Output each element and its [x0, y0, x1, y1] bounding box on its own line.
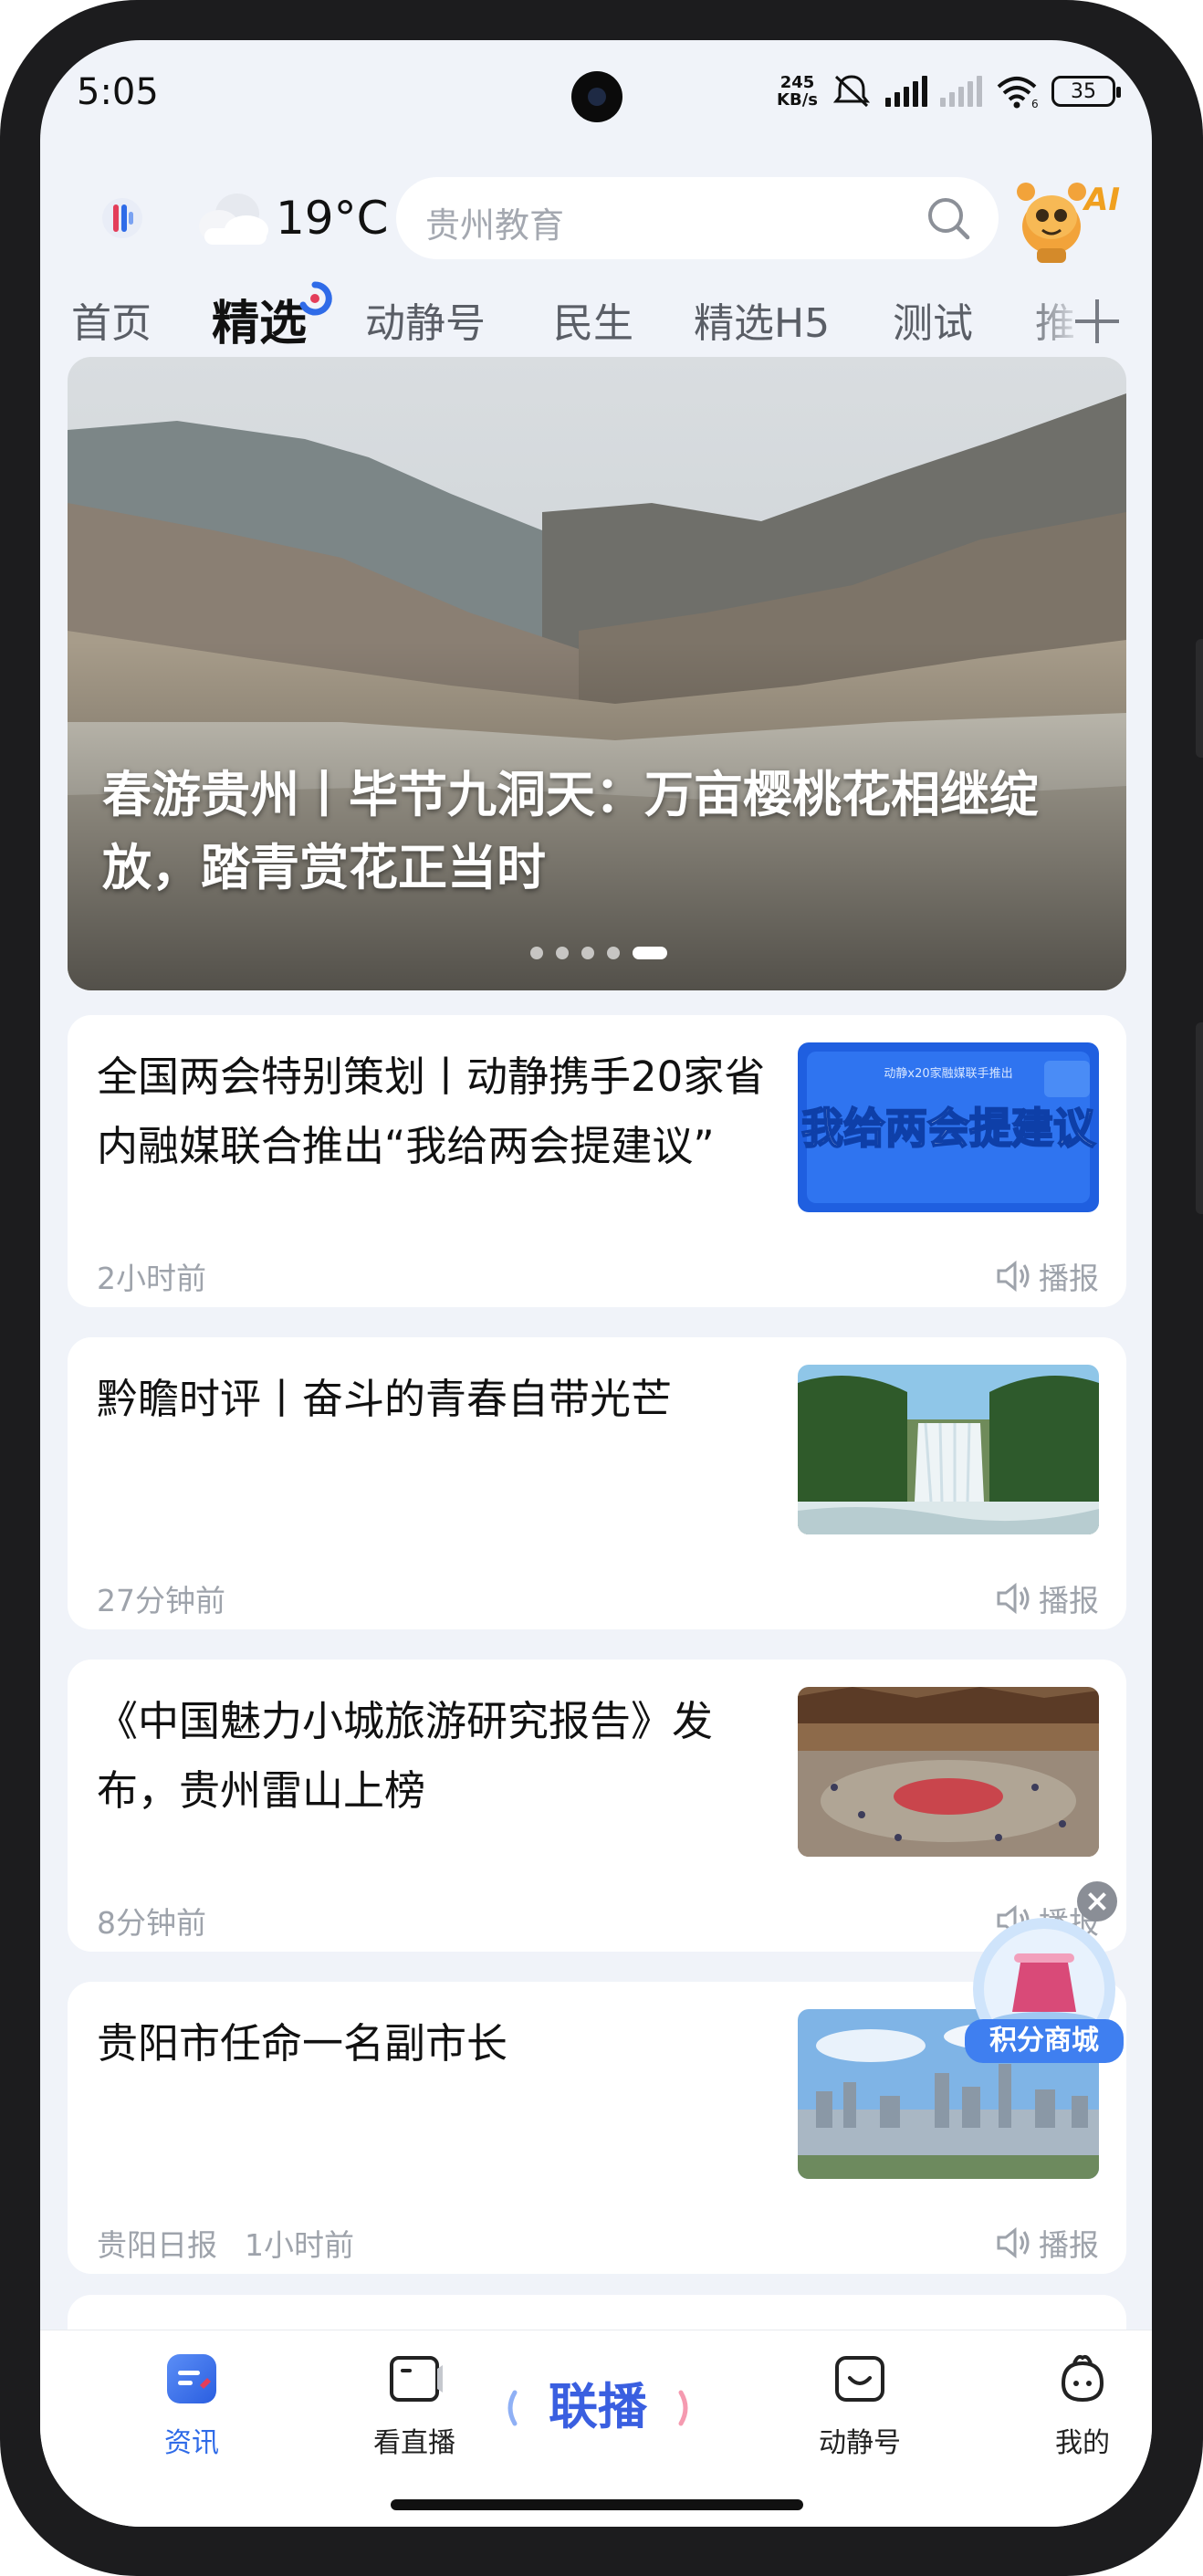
news-title[interactable]: 黔瞻时评丨奋斗的青春自带光芒 — [97, 1365, 772, 1434]
news-thumbnail[interactable] — [798, 1365, 1099, 1534]
refresh-badge-icon — [299, 281, 332, 316]
news-time: 1小时前 — [245, 2227, 354, 2263]
news-title[interactable]: 贵阳市任命一名副市长 — [97, 2009, 772, 2079]
news-icon[interactable] — [163, 2351, 220, 2407]
search-icon[interactable] — [924, 194, 973, 243]
broadcast-logo-icon[interactable]: 联播 — [502, 2367, 694, 2449]
carousel-indicator — [530, 947, 667, 959]
thumb-small-text: 动静x20家融媒联手推出 — [884, 1066, 1012, 1081]
news-meta: 8分钟前 — [97, 1899, 206, 1942]
temperature[interactable]: 19°C — [276, 192, 389, 245]
speaker-icon[interactable] — [995, 1582, 1031, 1615]
net-speed: 245 KB/s — [777, 74, 818, 109]
net-speed-value: 245 — [779, 73, 815, 92]
nav-live[interactable]: 看直播 — [323, 2351, 506, 2460]
festival-crowd-image — [798, 1687, 1099, 1857]
carousel-dot-active — [633, 947, 667, 959]
news-time: 27分钟前 — [97, 1583, 225, 1618]
read-aloud-button[interactable]: 播报 — [995, 1576, 1099, 1620]
tab-livelihood[interactable]: 民生 — [553, 290, 633, 349]
ai-assistant-icon[interactable]: AI — [1013, 168, 1121, 265]
search-placeholder[interactable]: 贵州教育 — [425, 197, 564, 247]
live-tv-icon[interactable] — [386, 2351, 443, 2407]
tab-home[interactable]: 首页 — [71, 290, 152, 349]
tab-test[interactable]: 测试 — [893, 290, 973, 349]
net-speed-unit: KB/s — [777, 90, 818, 110]
read-aloud-label[interactable]: 播报 — [1039, 2221, 1099, 2265]
promo-banner-image: 动静x20家融媒联手推出 我给两会提建议 — [798, 1042, 1099, 1212]
read-aloud-label[interactable]: 播报 — [1039, 1576, 1099, 1620]
nav-profile[interactable]: 我的 — [991, 2351, 1152, 2460]
volume-button — [1196, 639, 1203, 758]
news-card[interactable]: 全国两会特别策划丨动静携手20家省内融媒联合推出“我给两会提建议” 动静x20家… — [68, 1015, 1126, 1307]
phone-frame: 5:05 245 KB/s 6 35 19°C 贵州教育 AI 首页 精选 动静… — [0, 0, 1203, 2576]
carousel-dot — [607, 947, 620, 959]
app-logo-icon[interactable] — [99, 195, 145, 241]
speaker-icon[interactable] — [995, 2226, 1031, 2259]
dongjing-icon[interactable] — [832, 2351, 888, 2407]
read-aloud-button[interactable]: 播报 — [995, 2221, 1099, 2265]
nav-dongjing[interactable]: 动静号 — [769, 2351, 951, 2460]
points-mall-label[interactable]: 积分商城 — [989, 2025, 1099, 2057]
wifi-label: 6 — [1031, 98, 1039, 109]
thumb-main-text: 我给两会提建议 — [801, 1104, 1096, 1153]
points-mall-float-icon[interactable]: 积分商城 — [948, 1902, 1140, 2094]
signal-icon-sim2 — [940, 76, 982, 107]
news-thumbnail[interactable]: 动静x20家融媒联手推出 我给两会提建议 — [798, 1042, 1099, 1212]
waterfall-image — [798, 1365, 1099, 1534]
news-title[interactable]: 《中国魅力小城旅游研究报告》发布，贵州雷山上榜 — [97, 1687, 772, 1826]
broadcast-logo-text[interactable]: 联播 — [549, 2378, 648, 2435]
news-meta: 贵阳日报 1小时前 — [97, 2221, 354, 2265]
add-channel-icon[interactable] — [1072, 296, 1123, 347]
cloudy-weather-icon — [199, 194, 268, 245]
status-icons: 245 KB/s 6 35 — [777, 73, 1121, 110]
news-meta: 27分钟前 — [97, 1576, 225, 1620]
news-card[interactable]: 黔瞻时评丨奋斗的青春自带光芒 27分钟前 播报 — [68, 1337, 1126, 1629]
carousel-dot — [530, 947, 543, 959]
home-indicator[interactable] — [391, 2499, 803, 2510]
search-bar[interactable]: 贵州教育 — [396, 177, 999, 259]
news-time: 2小时前 — [97, 1261, 206, 1296]
bottom-navigation: 资讯 看直播 联播 动静号 我的 — [40, 2330, 1152, 2527]
news-thumbnail[interactable] — [798, 1687, 1099, 1857]
top-banner-carousel[interactable]: 春游贵州丨毕节九洞天：万亩樱桃花相继绽放，踏青赏花正当时 — [68, 357, 1126, 990]
news-time: 8分钟前 — [97, 1905, 206, 1941]
carousel-dot — [581, 947, 594, 959]
mute-icon — [832, 75, 871, 108]
news-title[interactable]: 全国两会特别策划丨动静携手20家省内融媒联合推出“我给两会提建议” — [97, 1042, 772, 1181]
nav-profile-label[interactable]: 我的 — [991, 2420, 1152, 2460]
tab-dongjing[interactable]: 动静号 — [365, 290, 486, 349]
wifi-icon: 6 — [997, 77, 1039, 109]
speaker-icon[interactable] — [995, 1260, 1031, 1293]
screen: 5:05 245 KB/s 6 35 19°C 贵州教育 AI 首页 精选 动静… — [40, 40, 1152, 2527]
ai-label: AI — [1082, 182, 1120, 218]
tab-featured-h5[interactable]: 精选H5 — [694, 290, 830, 349]
app-header: 19°C 贵州教育 AI — [40, 168, 1152, 268]
read-aloud-button[interactable]: 播报 — [995, 1254, 1099, 1298]
nav-dongjing-label[interactable]: 动静号 — [769, 2420, 951, 2460]
tab-featured[interactable]: 精选 — [212, 285, 307, 353]
nav-news-label[interactable]: 资讯 — [100, 2420, 283, 2460]
news-meta: 2小时前 — [97, 1254, 206, 1298]
nav-news[interactable]: 资讯 — [100, 2351, 283, 2460]
battery-icon: 35 — [1051, 76, 1121, 107]
banner-title[interactable]: 春游贵州丨毕节九洞天：万亩樱桃花相继绽放，踏青赏花正当时 — [102, 759, 1097, 905]
status-time: 5:05 — [77, 71, 159, 113]
front-camera — [571, 71, 622, 122]
signal-icon-sim1 — [885, 76, 927, 107]
channel-tabs: 首页 精选 动静号 民生 精选H5 测试 推 — [40, 279, 1152, 361]
profile-icon[interactable] — [1054, 2351, 1111, 2407]
news-source: 贵阳日报 — [97, 2227, 217, 2263]
status-bar: 5:05 245 KB/s 6 35 — [40, 40, 1152, 150]
power-button — [1196, 1022, 1203, 1214]
nav-live-label[interactable]: 看直播 — [323, 2420, 506, 2460]
read-aloud-label[interactable]: 播报 — [1039, 1254, 1099, 1298]
carousel-dot — [556, 947, 569, 959]
